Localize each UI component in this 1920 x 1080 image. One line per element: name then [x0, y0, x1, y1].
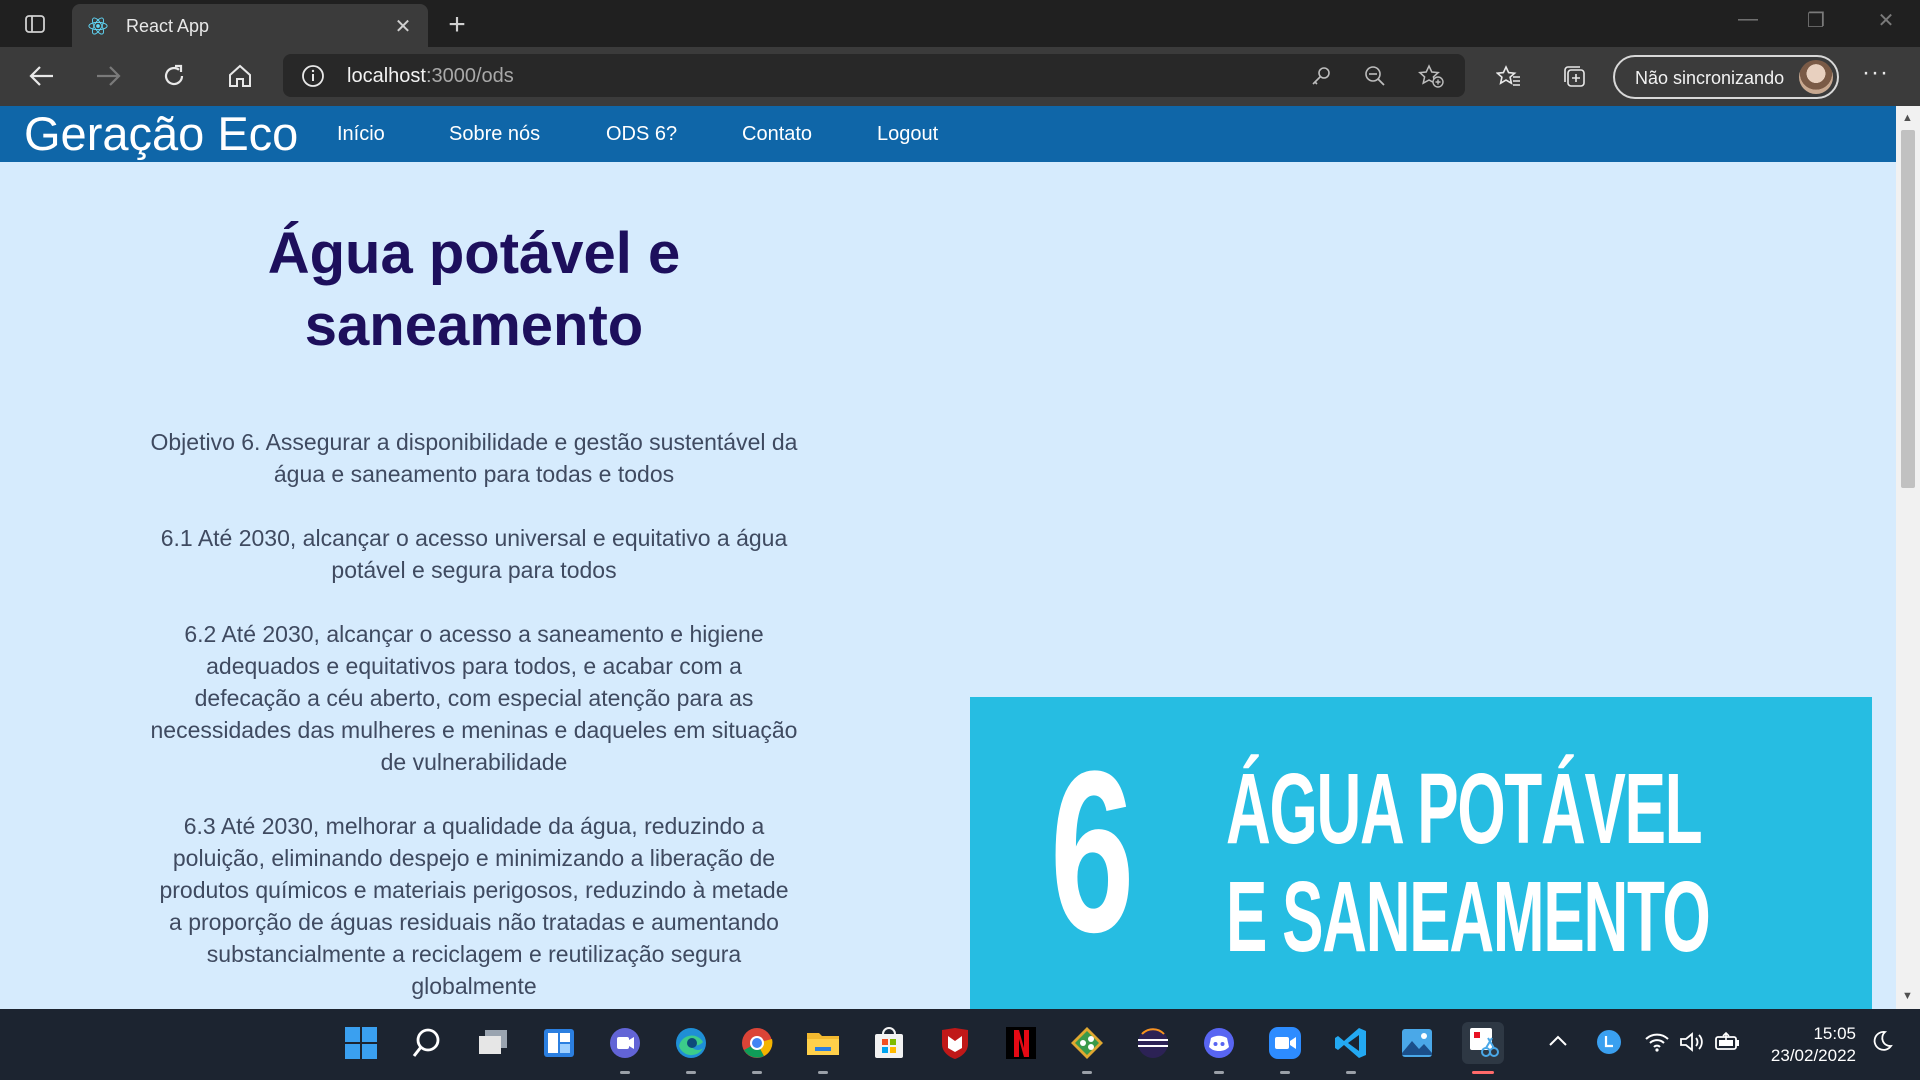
nav-link-logout[interactable]: Logout	[877, 123, 938, 146]
address-bar[interactable]: localhost:3000/ods	[283, 54, 1465, 97]
sdg-title-line1: ÁGUA POTÁVEL	[1226, 753, 1703, 865]
windows-taskbar: 15:05 23/02/2022	[0, 1009, 1920, 1080]
nav-link-ods6[interactable]: ODS 6?	[606, 123, 677, 146]
zoom-icon[interactable]	[1264, 1022, 1306, 1074]
file-explorer-icon[interactable]	[802, 1022, 844, 1074]
battery-icon[interactable]	[1714, 1031, 1740, 1058]
nav-link-sobre-nos[interactable]: Sobre nós	[449, 123, 540, 146]
running-indicator	[1346, 1071, 1356, 1074]
photos-icon[interactable]	[1396, 1022, 1438, 1064]
chevron-up-icon[interactable]	[1548, 1031, 1568, 1052]
running-indicator	[1214, 1071, 1224, 1074]
new-tab-icon[interactable]: +	[442, 8, 472, 42]
mcafee-icon[interactable]	[934, 1022, 976, 1064]
avatar	[1799, 60, 1833, 94]
running-indicator	[818, 1071, 828, 1074]
window-close-icon[interactable]: ✕	[1866, 8, 1906, 33]
browser-tab[interactable]: React App ✕	[72, 4, 428, 47]
scroll-up-icon[interactable]: ▲	[1902, 112, 1913, 124]
widgets-icon[interactable]	[538, 1022, 580, 1064]
objective-paragraph: Objetivo 6. Assegurar a disponibilidade …	[150, 429, 798, 487]
running-indicator	[1472, 1071, 1494, 1074]
url-host: localhost	[347, 65, 426, 87]
tab-actions-icon[interactable]	[16, 10, 54, 38]
browser-tab-bar: React App ✕ + — ❐ ✕	[0, 0, 1920, 47]
page-viewport: Geração Eco Início Sobre nós ODS 6? Cont…	[0, 106, 1896, 1009]
key-icon[interactable]	[1307, 63, 1335, 89]
tab-title: React App	[126, 16, 210, 36]
taskbar-clock[interactable]: 15:05 23/02/2022	[1744, 1023, 1856, 1067]
clock-time: 15:05	[1813, 1024, 1856, 1043]
running-indicator	[686, 1071, 696, 1074]
moon-icon[interactable]	[1870, 1029, 1894, 1058]
running-indicator	[620, 1071, 630, 1074]
wifi-icon[interactable]	[1644, 1031, 1670, 1058]
edge-icon[interactable]	[670, 1022, 712, 1074]
eclipse-icon[interactable]	[1132, 1022, 1174, 1064]
sdg-title-line2: E SANEAMENTO	[1226, 861, 1711, 973]
target-6-2-paragraph: 6.2 Até 2030, alcançar o acesso a saneam…	[150, 621, 798, 775]
running-indicator	[1280, 1071, 1290, 1074]
search-icon[interactable]	[406, 1022, 448, 1064]
target-6-1-paragraph: 6.1 Até 2030, alcançar o acesso universa…	[160, 525, 788, 583]
discord-icon[interactable]	[1198, 1022, 1240, 1074]
sdg6-image: 6 ÁGUA POTÁVEL E SANEAMENTO	[970, 697, 1872, 1009]
nav-link-contato[interactable]: Contato	[742, 123, 812, 146]
git-icon[interactable]	[1066, 1022, 1108, 1074]
page-title-line1: Água potável e	[267, 221, 681, 286]
refresh-icon[interactable]	[154, 56, 194, 96]
running-indicator	[1082, 1071, 1092, 1074]
scrollbar-thumb[interactable]	[1901, 130, 1915, 488]
clock-app-icon[interactable]	[1596, 1029, 1622, 1060]
clock-date: 23/02/2022	[1770, 1046, 1856, 1065]
page-title: Água potável e saneamento	[150, 218, 798, 362]
teams-chat-icon[interactable]	[604, 1022, 646, 1074]
browser-toolbar: localhost:3000/ods Não sincronizando ···	[0, 47, 1920, 106]
nav-link-inicio[interactable]: Início	[337, 123, 385, 146]
sdg-title: ÁGUA POTÁVEL E SANEAMENTO	[1226, 753, 1711, 973]
minimize-icon[interactable]: —	[1728, 8, 1768, 31]
info-icon[interactable]	[301, 64, 325, 88]
start-icon[interactable]	[340, 1022, 382, 1064]
target-6-3-paragraph: 6.3 Até 2030, melhorar a qualidade da ág…	[159, 813, 789, 999]
close-tab-icon[interactable]: ✕	[392, 14, 414, 39]
zoom-out-icon[interactable]	[1361, 63, 1389, 89]
scroll-down-icon[interactable]: ▼	[1902, 990, 1913, 1002]
chrome-icon[interactable]	[736, 1022, 778, 1074]
running-indicator	[752, 1071, 762, 1074]
favorites-icon[interactable]	[1492, 60, 1526, 94]
forward-icon[interactable]	[88, 56, 128, 96]
page-title-line2: saneamento	[304, 293, 644, 358]
url-path: :3000/ods	[425, 65, 514, 87]
store-icon[interactable]	[868, 1022, 910, 1064]
sdg-number: 6	[1050, 723, 1134, 980]
page-scrollbar[interactable]: ▲ ▼	[1896, 106, 1920, 1009]
volume-icon[interactable]	[1678, 1031, 1704, 1058]
site-navbar: Geração Eco Início Sobre nós ODS 6? Cont…	[0, 106, 1896, 162]
sync-status-label: Não sincronizando	[1635, 68, 1785, 88]
ods-content: Água potável e saneamento Objetivo 6. As…	[150, 218, 798, 1002]
home-icon[interactable]	[220, 56, 260, 96]
restore-icon[interactable]: ❐	[1796, 8, 1836, 33]
back-icon[interactable]	[22, 56, 62, 96]
task-view-icon[interactable]	[472, 1022, 514, 1064]
vscode-icon[interactable]	[1330, 1022, 1372, 1074]
collections-icon[interactable]	[1558, 60, 1592, 94]
react-icon	[88, 16, 108, 36]
add-favorite-icon[interactable]	[1417, 63, 1445, 89]
netflix-icon[interactable]	[1000, 1022, 1042, 1064]
profile-sync-button[interactable]: Não sincronizando	[1613, 55, 1839, 99]
url-text[interactable]: localhost:3000/ods	[347, 65, 514, 88]
more-options-icon[interactable]: ···	[1862, 59, 1889, 87]
site-brand[interactable]: Geração Eco	[24, 106, 298, 162]
snipping-tool-icon[interactable]	[1462, 1022, 1504, 1074]
